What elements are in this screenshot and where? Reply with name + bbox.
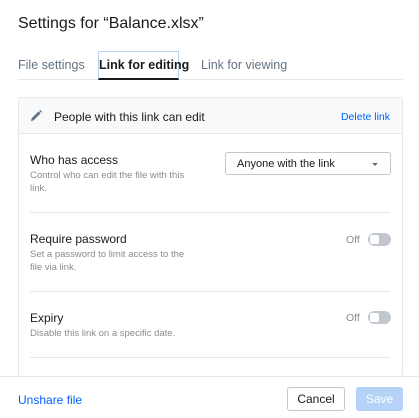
unshare-file-button[interactable]: Unshare file [18,393,82,407]
dialog-title: Settings for “Balance.xlsx” [18,15,204,32]
access-select[interactable]: Anyone with the link [225,152,391,175]
who-has-access-description: Control who can edit the file with this … [30,170,185,194]
pencil-icon [31,109,43,121]
tab-divider [18,79,403,80]
divider [30,291,390,292]
divider [30,212,390,213]
access-select-value: Anyone with the link [237,158,335,170]
tab-bar: File settings Link for editing Link for … [0,50,419,80]
tab-file-settings[interactable]: File settings [18,58,85,72]
link-settings-panel: People with this link can edit Delete li… [18,97,403,377]
footer-divider [0,376,419,377]
expiry-toggle[interactable] [368,311,391,324]
delete-link-button[interactable]: Delete link [341,111,390,123]
chevron-down-icon [372,163,378,166]
require-password-description: Set a password to limit access to the fi… [30,249,185,273]
tab-link-for-editing[interactable]: Link for editing [98,51,189,80]
who-has-access-title: Who has access [30,153,119,167]
save-button[interactable]: Save [356,387,403,411]
divider [30,357,390,358]
expiry-title: Expiry [30,311,64,325]
cancel-button[interactable]: Cancel [287,387,345,411]
panel-header: People with this link can edit Delete li… [19,98,402,134]
expiry-toggle-state: Off [346,312,360,324]
toggle-knob [370,313,379,322]
expiry-description: Disable this link on a specific date. [30,328,176,339]
password-toggle-state: Off [346,234,360,246]
password-toggle[interactable] [368,233,391,246]
require-password-title: Require password [30,232,127,246]
tab-link-for-viewing[interactable]: Link for viewing [201,58,287,72]
toggle-knob [370,235,379,244]
panel-header-text: People with this link can edit [54,110,205,124]
